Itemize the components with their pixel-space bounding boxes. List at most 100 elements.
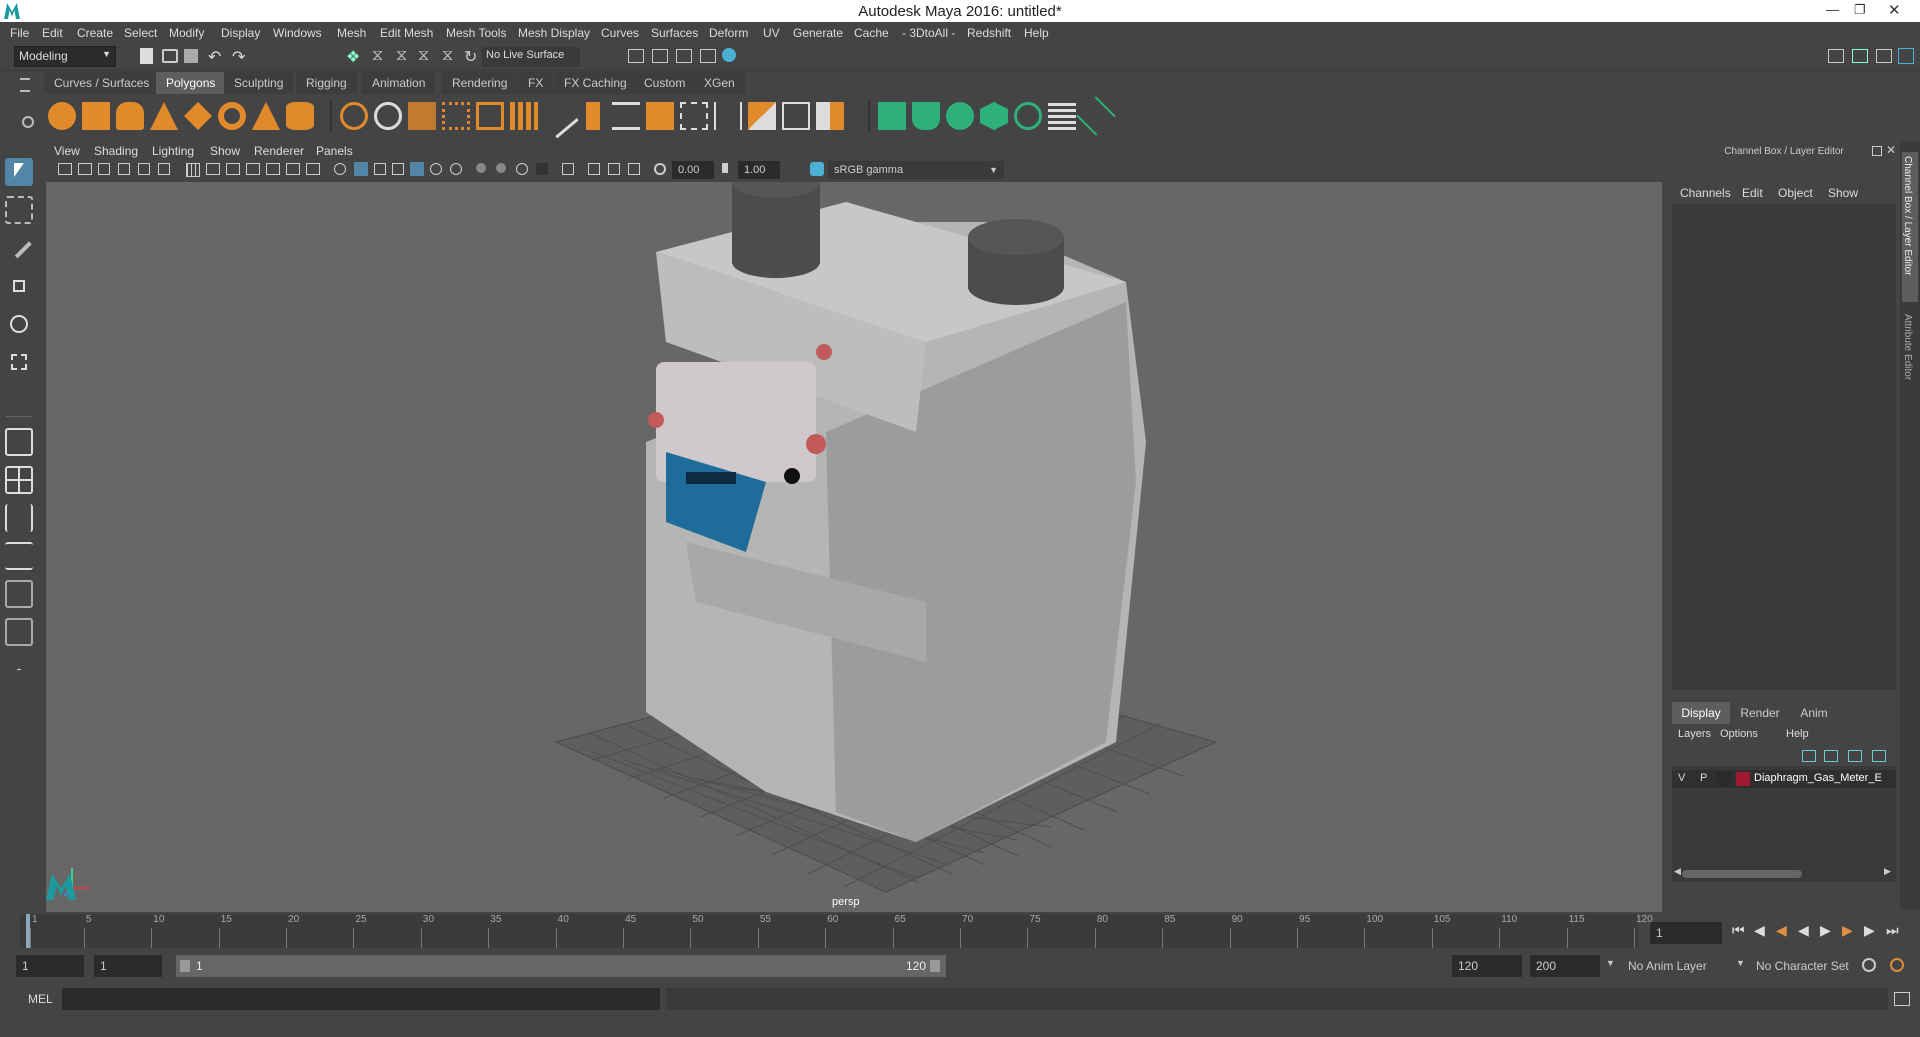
playback-end-field[interactable]: 120	[1452, 955, 1522, 977]
menu-mesh-display[interactable]: Mesh Display	[518, 26, 590, 40]
extrude-icon[interactable]	[586, 102, 600, 130]
tab-anim[interactable]: Anim	[1788, 702, 1840, 724]
unfold-uv-icon[interactable]	[1014, 102, 1042, 130]
viewport-menu-show[interactable]: Show	[210, 144, 240, 158]
insert-edge-loop-icon[interactable]	[680, 102, 708, 130]
open-scene-icon[interactable]	[162, 49, 178, 63]
viewport-menu-lighting[interactable]: Lighting	[152, 144, 194, 158]
undo-icon[interactable]: ↶	[208, 47, 221, 67]
menu-deform[interactable]: Deform	[709, 26, 748, 40]
tab-display[interactable]: Display	[1672, 702, 1730, 724]
command-language-label[interactable]: MEL	[28, 992, 53, 1006]
chevron-down-icon[interactable]: ▼	[1606, 958, 1615, 968]
menu-cache[interactable]: Cache	[854, 26, 889, 40]
select-by-hierarchy-icon[interactable]: ❖	[346, 47, 360, 67]
edit-menu[interactable]: Edit	[1742, 186, 1763, 200]
gate-mask-icon[interactable]	[246, 163, 260, 175]
fill-hole-icon[interactable]	[816, 102, 844, 130]
current-frame-field[interactable]: 1	[1650, 922, 1722, 944]
safe-title-icon[interactable]	[306, 163, 320, 175]
snap-grid-icon[interactable]: ⧖	[418, 47, 429, 65]
menu-select[interactable]: Select	[124, 26, 157, 40]
poly-torus-icon[interactable]	[218, 102, 246, 130]
motion-blur-icon[interactable]	[496, 163, 506, 173]
restore-icon[interactable]: ❐	[1854, 2, 1866, 18]
range-start-handle[interactable]	[180, 960, 190, 972]
menu-file[interactable]: File	[10, 26, 29, 40]
persp-outliner-layout-icon[interactable]	[5, 580, 33, 608]
options-menu[interactable]: Options	[1720, 728, 1758, 740]
depth-of-field-icon[interactable]	[536, 163, 548, 175]
viewport-menu-shading[interactable]: Shading	[94, 144, 138, 158]
tab-channel-box-layer-editor[interactable]: Channel Box / Layer Editor	[1902, 152, 1918, 302]
move-tool-icon[interactable]	[5, 272, 33, 300]
paint-select-icon[interactable]: ⧖	[396, 47, 407, 65]
channels-menu[interactable]: Channels	[1680, 186, 1731, 200]
xray-components-icon[interactable]	[628, 163, 640, 175]
menu-edit-mesh[interactable]: Edit Mesh	[380, 26, 433, 40]
combine-icon[interactable]	[340, 102, 368, 130]
menu-3dtoall[interactable]: - 3DtoAll -	[902, 26, 955, 40]
view-transform-dropdown[interactable]: sRGB gamma ▼	[828, 161, 1004, 179]
default-material-icon[interactable]	[374, 163, 386, 175]
tab-rendering[interactable]: Rendering	[442, 72, 518, 94]
exposure-field[interactable]: 0.00	[672, 161, 714, 179]
tab-animation[interactable]: Animation	[362, 72, 436, 94]
offset-edge-loop-icon[interactable]	[714, 102, 742, 130]
modeling-toolkit-icon[interactable]	[1828, 49, 1844, 63]
object-menu[interactable]: Object	[1778, 186, 1813, 200]
paint-select-tool-icon[interactable]	[5, 234, 33, 262]
persp-graph-layout-icon[interactable]	[5, 542, 33, 570]
layers-menu[interactable]: Layers	[1678, 728, 1711, 740]
shadows-icon[interactable]	[450, 163, 462, 175]
resolution-gate-icon[interactable]	[226, 163, 240, 175]
more-layouts-icon[interactable]: -	[5, 658, 33, 678]
menu-generate[interactable]: Generate	[793, 26, 843, 40]
xray-icon[interactable]	[588, 163, 600, 175]
menu-windows[interactable]: Windows	[273, 26, 322, 40]
tool-settings-icon[interactable]	[1876, 49, 1892, 63]
safe-action-icon[interactable]	[286, 163, 300, 175]
shelf-menu-icon[interactable]	[20, 78, 30, 92]
tab-curves-surfaces[interactable]: Curves / Surfaces	[44, 72, 160, 94]
playback-start-field[interactable]: 1	[94, 955, 162, 977]
poly-sphere-icon[interactable]	[48, 102, 76, 130]
field-chart-icon[interactable]	[266, 163, 280, 175]
command-input[interactable]	[62, 988, 660, 1010]
live-surface-field[interactable]: No Live Surface	[482, 47, 580, 67]
tab-render[interactable]: Render	[1734, 702, 1786, 724]
new-layer-selected-icon[interactable]	[1872, 750, 1886, 762]
wireframe-on-shaded-icon[interactable]	[392, 163, 404, 175]
play-backwards-icon[interactable]: ◀	[1798, 922, 1809, 939]
scroll-left-icon[interactable]: ◀	[1674, 866, 1681, 877]
xray-joints-icon[interactable]	[608, 163, 620, 175]
snap-curve-icon[interactable]: ⧖	[442, 47, 453, 65]
viewport-menu-view[interactable]: View	[54, 144, 80, 158]
layer-color-swatch[interactable]	[1736, 772, 1750, 786]
smooth-shade-all-icon[interactable]	[354, 162, 368, 176]
cylindrical-uv-icon[interactable]	[912, 102, 940, 130]
minimize-icon[interactable]: —	[1826, 2, 1839, 17]
outliner-persp-layout-icon[interactable]	[5, 618, 33, 646]
menu-surfaces[interactable]: Surfaces	[651, 26, 698, 40]
menu-uv[interactable]: UV	[763, 26, 780, 40]
tab-fx[interactable]: FX	[518, 72, 554, 94]
chevron-down-icon[interactable]: ▼	[1736, 958, 1745, 968]
tab-rigging[interactable]: Rigging	[296, 72, 357, 94]
menu-curves[interactable]: Curves	[601, 26, 639, 40]
merge-icon[interactable]	[748, 102, 776, 130]
menu-mesh[interactable]: Mesh	[337, 26, 366, 40]
range-slider[interactable]: 1 120	[176, 955, 946, 977]
perspective-viewport[interactable]: persp	[46, 182, 1662, 912]
menu-mesh-tools[interactable]: Mesh Tools	[446, 26, 506, 40]
color-management-icon[interactable]	[810, 162, 824, 176]
step-back-key-icon[interactable]: ◀	[1776, 922, 1787, 939]
hypershade-icon[interactable]	[722, 48, 736, 62]
uv-editor-icon[interactable]	[1048, 102, 1076, 130]
menu-display[interactable]: Display	[221, 26, 260, 40]
scroll-right-icon[interactable]: ▶	[1884, 866, 1891, 877]
wireframe-icon[interactable]	[334, 163, 346, 175]
menu-set-dropdown[interactable]: Modeling ▼	[14, 46, 116, 67]
float-panel-icon[interactable]	[1872, 146, 1882, 156]
image-plane-icon[interactable]	[118, 163, 130, 175]
